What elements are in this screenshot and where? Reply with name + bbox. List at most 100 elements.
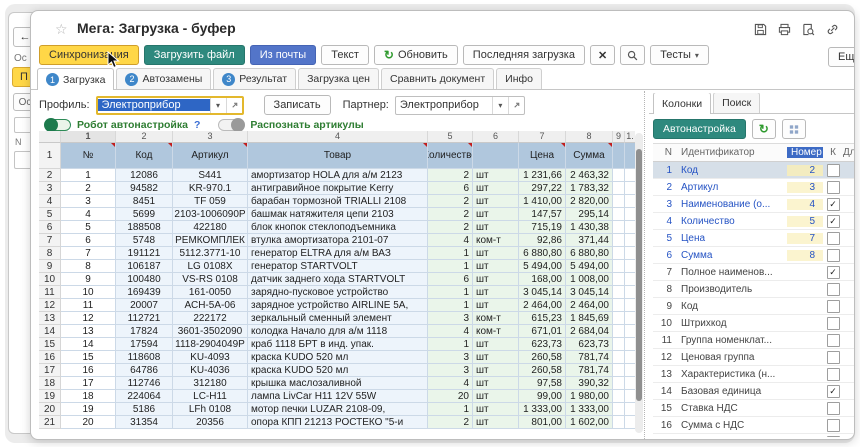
grid-cell[interactable]: крышка маслозаливной xyxy=(248,377,428,390)
grid-row[interactable]: 765748РЕМКОМПЛЕКвтулка амортизатора 2101… xyxy=(39,234,635,247)
open-link-icon[interactable] xyxy=(508,97,524,114)
grid-row-number[interactable]: 6 xyxy=(39,221,61,234)
column-row[interactable]: 10Штрихкод xyxy=(653,315,854,332)
grid-cell[interactable]: 6 880,80 xyxy=(566,247,613,260)
grid-cell[interactable]: 2 xyxy=(61,182,116,195)
autoconfig-button[interactable]: Автонастройка xyxy=(653,119,746,139)
grid-cell[interactable] xyxy=(613,286,625,299)
grid-row-number[interactable]: 18 xyxy=(39,377,61,390)
grid-row[interactable]: 871911215112.3771-10генератор ELTRA для … xyxy=(39,247,635,260)
grid-cell[interactable]: шт xyxy=(473,338,519,351)
column-cell[interactable] xyxy=(823,402,843,415)
grid-cell[interactable] xyxy=(613,195,625,208)
column-checkbox[interactable]: ✓ xyxy=(827,385,840,398)
grid-cell[interactable]: 99,00 xyxy=(519,390,566,403)
grid-cell[interactable]: 10 xyxy=(61,286,116,299)
grid-cell[interactable]: 188508 xyxy=(116,221,173,234)
header-unit[interactable] xyxy=(473,143,519,169)
save-icon[interactable] xyxy=(753,22,767,36)
grid-cell[interactable]: 623,73 xyxy=(519,338,566,351)
column-number[interactable]: 9 xyxy=(613,131,625,143)
grid-row[interactable]: 1110169439161-0050зарядно-пусковое устро… xyxy=(39,286,635,299)
column-checkbox[interactable] xyxy=(827,402,840,415)
grid-cell[interactable]: 20 xyxy=(428,390,473,403)
grid-row-number[interactable]: 5 xyxy=(39,208,61,221)
column-cell[interactable] xyxy=(823,164,843,177)
grid-cell[interactable]: блок кнопок стеклоподъемника xyxy=(248,221,428,234)
grid-cell[interactable]: 2 xyxy=(428,169,473,182)
grid-cell[interactable]: АСН-5А-06 xyxy=(173,299,248,312)
grid-cell[interactable]: 16 xyxy=(61,364,116,377)
column-cell[interactable]: 17 xyxy=(653,437,677,438)
grid-row-number[interactable]: 7 xyxy=(39,234,61,247)
grid-row-number[interactable]: 2 xyxy=(39,169,61,182)
grid-cell[interactable]: шт xyxy=(473,195,519,208)
panel-splitter[interactable] xyxy=(644,91,645,439)
column-cell[interactable]: Артикул xyxy=(677,182,787,193)
grid-cell[interactable]: шт xyxy=(473,273,519,286)
grid-cell[interactable]: 12086 xyxy=(116,169,173,182)
grid-cell[interactable] xyxy=(613,377,625,390)
grid-cell[interactable] xyxy=(613,364,625,377)
recognize-articles-toggle[interactable] xyxy=(218,119,244,131)
grid-cell[interactable] xyxy=(625,325,635,338)
column-checkbox[interactable] xyxy=(827,283,840,296)
grid-cell[interactable]: 169439 xyxy=(116,286,173,299)
grid-cell[interactable] xyxy=(613,403,625,416)
grid-cell[interactable]: ком-т xyxy=(473,312,519,325)
robot-autoconfig-toggle[interactable] xyxy=(45,119,71,131)
column-cell[interactable]: 14 xyxy=(653,386,677,397)
grid-row[interactable]: 5456992103-1006090Рбашмак натяжителя цеп… xyxy=(39,208,635,221)
column-cell[interactable]: 9 xyxy=(653,301,677,312)
grid-cell[interactable]: опора КПП 21213 РОСТЕКО "5-и xyxy=(248,416,428,429)
grid-cell[interactable]: LFh 0108 xyxy=(173,403,248,416)
grid-cell[interactable]: 18 xyxy=(61,390,116,403)
tab-zagruzka-cen[interactable]: Загрузка цен xyxy=(298,68,379,89)
grid-cell[interactable]: 781,74 xyxy=(566,364,613,377)
column-row[interactable]: 9Код xyxy=(653,298,854,315)
column-checkbox[interactable] xyxy=(827,317,840,330)
column-cell[interactable]: 3 xyxy=(653,199,677,210)
grid-cell[interactable]: шт xyxy=(473,208,519,221)
column-cell[interactable]: 2 xyxy=(653,182,677,193)
column-cell[interactable]: Наименование (о... xyxy=(677,199,787,210)
grid-cell[interactable] xyxy=(613,338,625,351)
grid-cell[interactable] xyxy=(613,299,625,312)
grid-cell[interactable]: 1 783,32 xyxy=(566,182,613,195)
column-cell[interactable]: ✓ xyxy=(823,385,843,398)
grid-cell[interactable]: S441 xyxy=(173,169,248,182)
column-cell[interactable] xyxy=(823,232,843,245)
grid-cell[interactable] xyxy=(613,390,625,403)
grid-cell[interactable]: краска KUDO 520 мл xyxy=(248,364,428,377)
help-link[interactable]: ? xyxy=(194,119,200,131)
more-button[interactable]: Еще xyxy=(828,47,855,67)
grid-cell[interactable]: шт xyxy=(473,286,519,299)
grid-row-number[interactable]: 11 xyxy=(39,286,61,299)
chevron-down-icon[interactable]: ▾ xyxy=(210,98,226,113)
grid-cell[interactable]: ком-т xyxy=(473,234,519,247)
grid-cell[interactable]: шт xyxy=(473,182,519,195)
profile-combo[interactable]: Электроприбор ▾ xyxy=(96,96,244,115)
column-number[interactable]: 1. xyxy=(625,131,635,143)
grid-cell[interactable]: шт xyxy=(473,377,519,390)
column-cell[interactable]: 7 xyxy=(653,267,677,278)
grid-cell[interactable]: 1 333,00 xyxy=(566,403,613,416)
grid-cell[interactable]: 615,23 xyxy=(519,312,566,325)
grid-cell[interactable]: 671,01 xyxy=(519,325,566,338)
column-cell[interactable] xyxy=(823,419,843,432)
grid-cell[interactable]: башмак натяжителя цепи 2103 xyxy=(248,208,428,221)
refresh-button[interactable]: ↻Обновить xyxy=(374,45,458,65)
grid-cell[interactable]: 1 xyxy=(61,169,116,182)
grid-row-number[interactable]: 17 xyxy=(39,364,61,377)
grid-row[interactable]: 109100480VS-RS 0108датчик заднего хода S… xyxy=(39,273,635,286)
grid-cell[interactable] xyxy=(613,416,625,429)
grid-cell[interactable]: 20 xyxy=(61,416,116,429)
grid-cell[interactable]: ком-т xyxy=(473,325,519,338)
grid-cell[interactable]: 3 045,14 xyxy=(566,286,613,299)
tab-zagruzka[interactable]: 1Загрузка xyxy=(37,68,114,90)
column-checkbox[interactable] xyxy=(827,368,840,381)
column-cell[interactable]: 4 xyxy=(653,216,677,227)
scrollbar-thumb[interactable] xyxy=(636,149,642,401)
grid-cell[interactable]: 17 xyxy=(61,377,116,390)
favorite-star-icon[interactable]: ☆ xyxy=(55,21,68,38)
